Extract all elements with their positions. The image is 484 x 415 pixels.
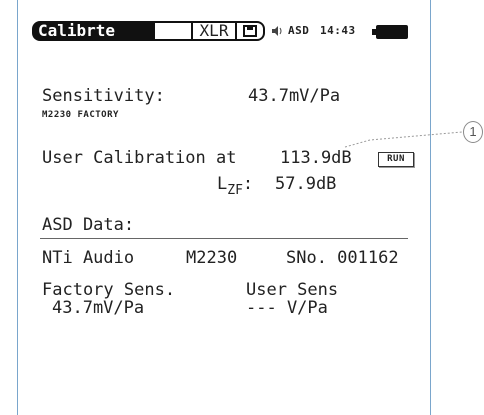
sensitivity-value: 43.7mV/Pa [248,86,341,106]
factory-sens-label: Factory Sens. [42,280,176,300]
user-sens-value: --- V/Pa [246,298,328,318]
clock: 14:43 [320,24,356,37]
user-calibration-label: User Calibration at [42,148,237,168]
mode-title-bar [155,21,191,41]
lzf-label: LZF: [217,174,254,198]
battery-icon [372,25,408,39]
manufacturer: NTi Audio [42,248,135,268]
sensitivity-label: Sensitivity: [42,86,165,106]
asd-indicator: ASD [288,24,310,37]
lzf-label-sub: ZF [227,183,243,198]
mode-title[interactable]: Calibrte [32,21,155,41]
asd-divider [40,238,408,239]
speaker-icon [272,26,282,36]
factory-sens-value: 43.7mV/Pa [52,298,145,318]
mic-source-label: M2230 FACTORY [42,110,119,120]
lzf-value: 57.9dB [275,174,337,194]
save-icon[interactable] [237,21,265,41]
input-xlr-indicator: XLR [191,21,237,41]
device-screen: Calibrte XLR ASD 14:43 Sensitivity: 43.7… [17,0,431,415]
user-calibration-level[interactable]: 113.9dB [280,148,352,168]
lzf-label-main: L [217,174,228,194]
callout-marker: 1 [463,121,483,143]
user-sens-label: User Sens [246,280,339,300]
lzf-label-colon: : [242,174,254,194]
status-bar: Calibrte XLR ASD 14:43 [32,21,422,43]
serial-number: SNo. 001162 [286,248,399,268]
asd-data-heading: ASD Data: [42,215,135,235]
run-button[interactable]: RUN [378,152,414,167]
model: M2230 [186,248,238,268]
